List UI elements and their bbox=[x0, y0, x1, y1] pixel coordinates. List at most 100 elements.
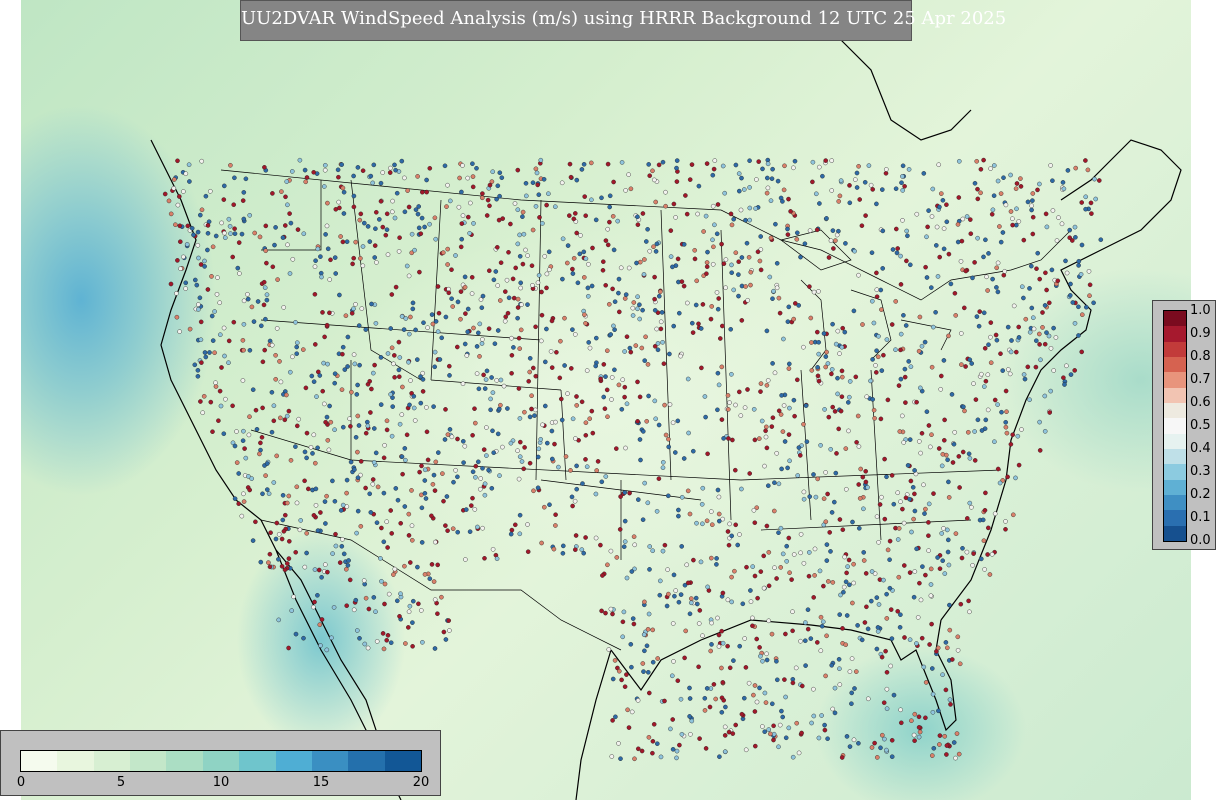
station-marker bbox=[195, 229, 201, 235]
station-marker bbox=[940, 558, 946, 564]
correlation-color-step bbox=[1164, 510, 1186, 527]
station-marker bbox=[815, 640, 820, 645]
station-marker bbox=[517, 232, 522, 238]
station-marker bbox=[961, 404, 966, 410]
station-marker bbox=[856, 163, 861, 169]
station-marker bbox=[1073, 165, 1078, 171]
station-marker bbox=[358, 459, 364, 464]
station-marker bbox=[183, 171, 189, 176]
station-marker bbox=[898, 376, 904, 382]
station-marker bbox=[413, 327, 418, 333]
station-marker bbox=[658, 319, 664, 325]
station-marker bbox=[750, 623, 755, 629]
station-marker bbox=[820, 173, 825, 179]
station-marker bbox=[1076, 333, 1081, 338]
station-marker bbox=[815, 364, 820, 370]
station-marker bbox=[567, 213, 572, 218]
station-marker bbox=[715, 615, 720, 621]
station-marker bbox=[441, 498, 446, 504]
station-marker bbox=[847, 394, 852, 400]
station-marker bbox=[324, 414, 330, 420]
station-marker bbox=[988, 166, 993, 171]
station-marker bbox=[843, 446, 849, 451]
station-marker bbox=[522, 445, 527, 450]
station-marker bbox=[304, 550, 309, 556]
station-marker bbox=[829, 510, 835, 515]
station-marker bbox=[203, 193, 209, 199]
station-marker bbox=[605, 348, 610, 354]
station-marker bbox=[553, 419, 558, 425]
station-marker bbox=[357, 636, 362, 641]
station-marker bbox=[489, 485, 495, 491]
station-marker bbox=[523, 180, 529, 186]
station-marker bbox=[1037, 448, 1043, 453]
station-marker bbox=[302, 478, 307, 484]
station-marker bbox=[287, 369, 293, 375]
station-marker bbox=[397, 235, 402, 240]
station-marker bbox=[219, 220, 224, 226]
station-marker bbox=[538, 436, 544, 442]
station-marker bbox=[709, 304, 715, 309]
station-marker bbox=[630, 616, 636, 621]
station-marker bbox=[282, 567, 288, 573]
station-marker bbox=[484, 425, 489, 430]
station-marker bbox=[977, 309, 983, 314]
station-marker bbox=[803, 620, 808, 625]
station-marker bbox=[720, 640, 726, 646]
station-marker bbox=[726, 407, 731, 412]
station-marker bbox=[721, 698, 727, 703]
station-marker bbox=[709, 555, 714, 561]
station-marker bbox=[732, 568, 737, 574]
station-marker bbox=[965, 516, 970, 521]
station-marker bbox=[720, 590, 726, 596]
station-marker bbox=[884, 167, 889, 172]
windspeed-color-step bbox=[166, 751, 204, 771]
station-marker bbox=[415, 211, 421, 217]
station-marker bbox=[319, 575, 324, 580]
station-marker bbox=[302, 449, 308, 455]
station-marker bbox=[651, 244, 656, 249]
station-marker bbox=[906, 359, 912, 364]
station-marker bbox=[583, 535, 588, 540]
station-marker bbox=[332, 255, 338, 260]
station-marker bbox=[791, 165, 796, 171]
station-marker bbox=[674, 158, 680, 163]
station-marker bbox=[787, 570, 792, 576]
station-marker bbox=[846, 400, 851, 405]
station-marker bbox=[445, 246, 451, 252]
station-marker bbox=[779, 466, 784, 472]
station-marker bbox=[353, 239, 359, 245]
station-marker bbox=[957, 158, 962, 164]
station-marker bbox=[502, 289, 508, 294]
station-marker bbox=[264, 297, 270, 303]
station-marker bbox=[714, 290, 720, 295]
station-marker bbox=[849, 656, 855, 661]
station-marker bbox=[972, 260, 977, 265]
station-marker bbox=[403, 641, 408, 646]
station-marker bbox=[917, 729, 923, 735]
station-marker bbox=[807, 494, 813, 499]
station-marker bbox=[825, 736, 830, 742]
station-marker bbox=[629, 569, 635, 574]
station-marker bbox=[356, 423, 362, 428]
station-marker bbox=[495, 283, 501, 288]
station-marker bbox=[249, 304, 255, 310]
station-marker bbox=[517, 346, 523, 351]
station-marker bbox=[287, 211, 292, 216]
windspeed-color-step bbox=[21, 751, 58, 771]
station-marker bbox=[397, 355, 403, 360]
station-marker bbox=[742, 187, 747, 192]
station-marker bbox=[406, 273, 412, 279]
station-marker bbox=[824, 216, 829, 221]
station-marker bbox=[895, 609, 901, 614]
station-marker bbox=[765, 175, 770, 181]
station-marker bbox=[469, 291, 475, 296]
station-marker bbox=[567, 161, 573, 167]
station-marker bbox=[699, 365, 704, 371]
station-marker bbox=[482, 481, 488, 487]
station-marker bbox=[617, 668, 622, 674]
station-marker bbox=[776, 295, 782, 301]
station-marker bbox=[470, 184, 476, 190]
station-marker bbox=[677, 742, 682, 748]
station-marker bbox=[833, 470, 839, 476]
